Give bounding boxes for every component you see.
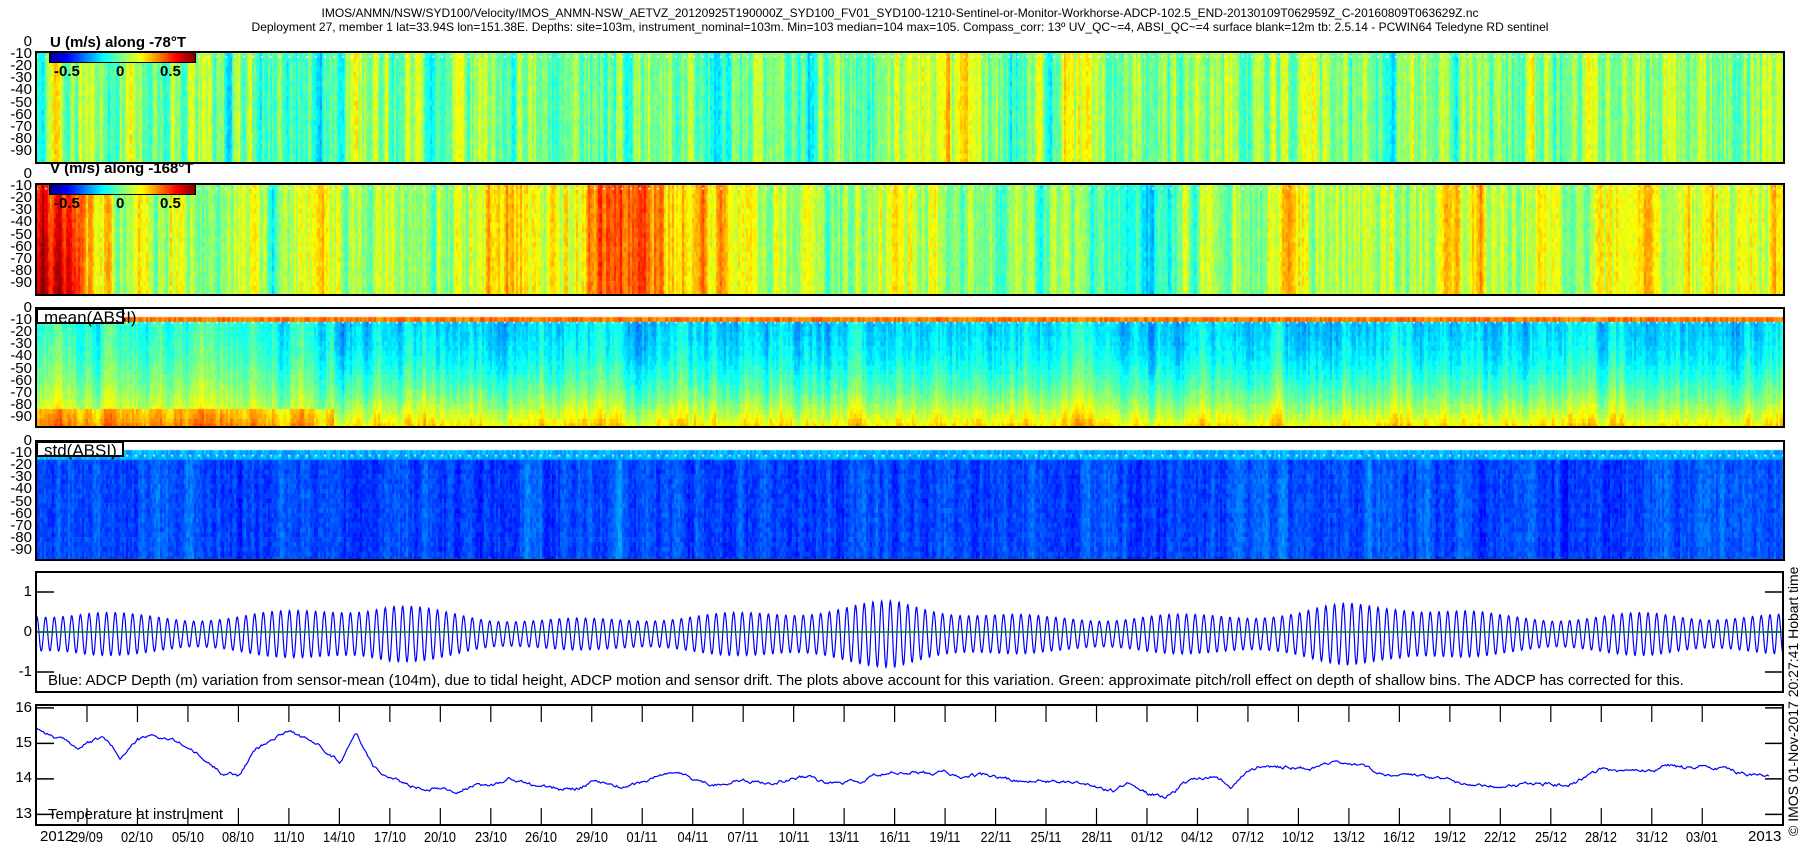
date-tick-label: 26/10 bbox=[525, 829, 558, 846]
date-tick-label: 10/11 bbox=[778, 829, 810, 846]
date-tick-label: 25/12 bbox=[1534, 829, 1567, 846]
date-tick-label: 02/10 bbox=[121, 829, 154, 846]
date-tick-label: 25/11 bbox=[1030, 829, 1062, 846]
date-tick-label: 23/10 bbox=[474, 829, 507, 846]
date-tick-label: 14/10 bbox=[323, 829, 356, 846]
date-tick-label: 22/11 bbox=[980, 829, 1012, 846]
depth-ytick: 1 bbox=[23, 583, 32, 600]
date-tick-label: 29/09 bbox=[71, 829, 103, 846]
date-tick-label: 05/10 bbox=[171, 829, 204, 846]
depth-plot bbox=[35, 591, 1784, 673]
temp-ytick: 13 bbox=[15, 805, 32, 822]
depth-note: Blue: ADCP Depth (m) variation from sens… bbox=[48, 672, 1684, 689]
date-tick-label: 04/12 bbox=[1181, 829, 1214, 846]
date-tick-label: 19/11 bbox=[929, 829, 961, 846]
date-tick-label: 17/10 bbox=[373, 829, 406, 846]
date-tick-label: 31/12 bbox=[1635, 829, 1668, 846]
credit-text: © IMOS 01-Nov-2017 20:27:41 Hobart time bbox=[1785, 566, 1800, 836]
date-tick-label: 29/10 bbox=[575, 829, 608, 846]
temp-ytick: 15 bbox=[15, 734, 32, 751]
temperature-panel-frame bbox=[35, 704, 1784, 826]
temp-ytick: 14 bbox=[15, 769, 32, 786]
year-end-label: 2013 bbox=[1748, 828, 1782, 845]
depth-ytick: -1 bbox=[18, 663, 32, 680]
depth-ytick: 0 bbox=[23, 623, 32, 640]
date-tick-label: 28/11 bbox=[1081, 829, 1113, 846]
date-tick-label: 19/12 bbox=[1433, 829, 1466, 846]
date-tick-label: 16/12 bbox=[1383, 829, 1416, 846]
temperature-series-line bbox=[36, 727, 1770, 799]
date-tick-label: 07/12 bbox=[1231, 829, 1264, 846]
depth-series-line bbox=[35, 598, 1784, 670]
date-tick-label: 20/10 bbox=[424, 829, 457, 846]
year-start-label: 2012 bbox=[40, 828, 74, 845]
date-tick-label: 07/11 bbox=[727, 829, 759, 846]
date-tick-label: 13/11 bbox=[828, 829, 860, 846]
date-tick-label: 04/11 bbox=[677, 829, 709, 846]
date-tick-label: 10/12 bbox=[1282, 829, 1315, 846]
date-tick-label: 03/01 bbox=[1686, 829, 1719, 846]
date-tick-label: 11/10 bbox=[273, 829, 305, 846]
date-tick-label: 08/10 bbox=[222, 829, 255, 846]
date-tick-label: 28/12 bbox=[1585, 829, 1618, 846]
date-tick-label: 22/12 bbox=[1484, 829, 1517, 846]
temperature-plot bbox=[36, 705, 1783, 825]
date-tick-label: 01/11 bbox=[626, 829, 658, 846]
date-tick-label: 16/11 bbox=[879, 829, 911, 846]
temp-ytick: 16 bbox=[15, 699, 32, 716]
date-tick-label: 13/12 bbox=[1332, 829, 1365, 846]
temperature-label: Temperature at instrument bbox=[48, 806, 224, 823]
line-plots bbox=[35, 571, 1784, 826]
date-tick-label: 01/12 bbox=[1131, 829, 1163, 846]
